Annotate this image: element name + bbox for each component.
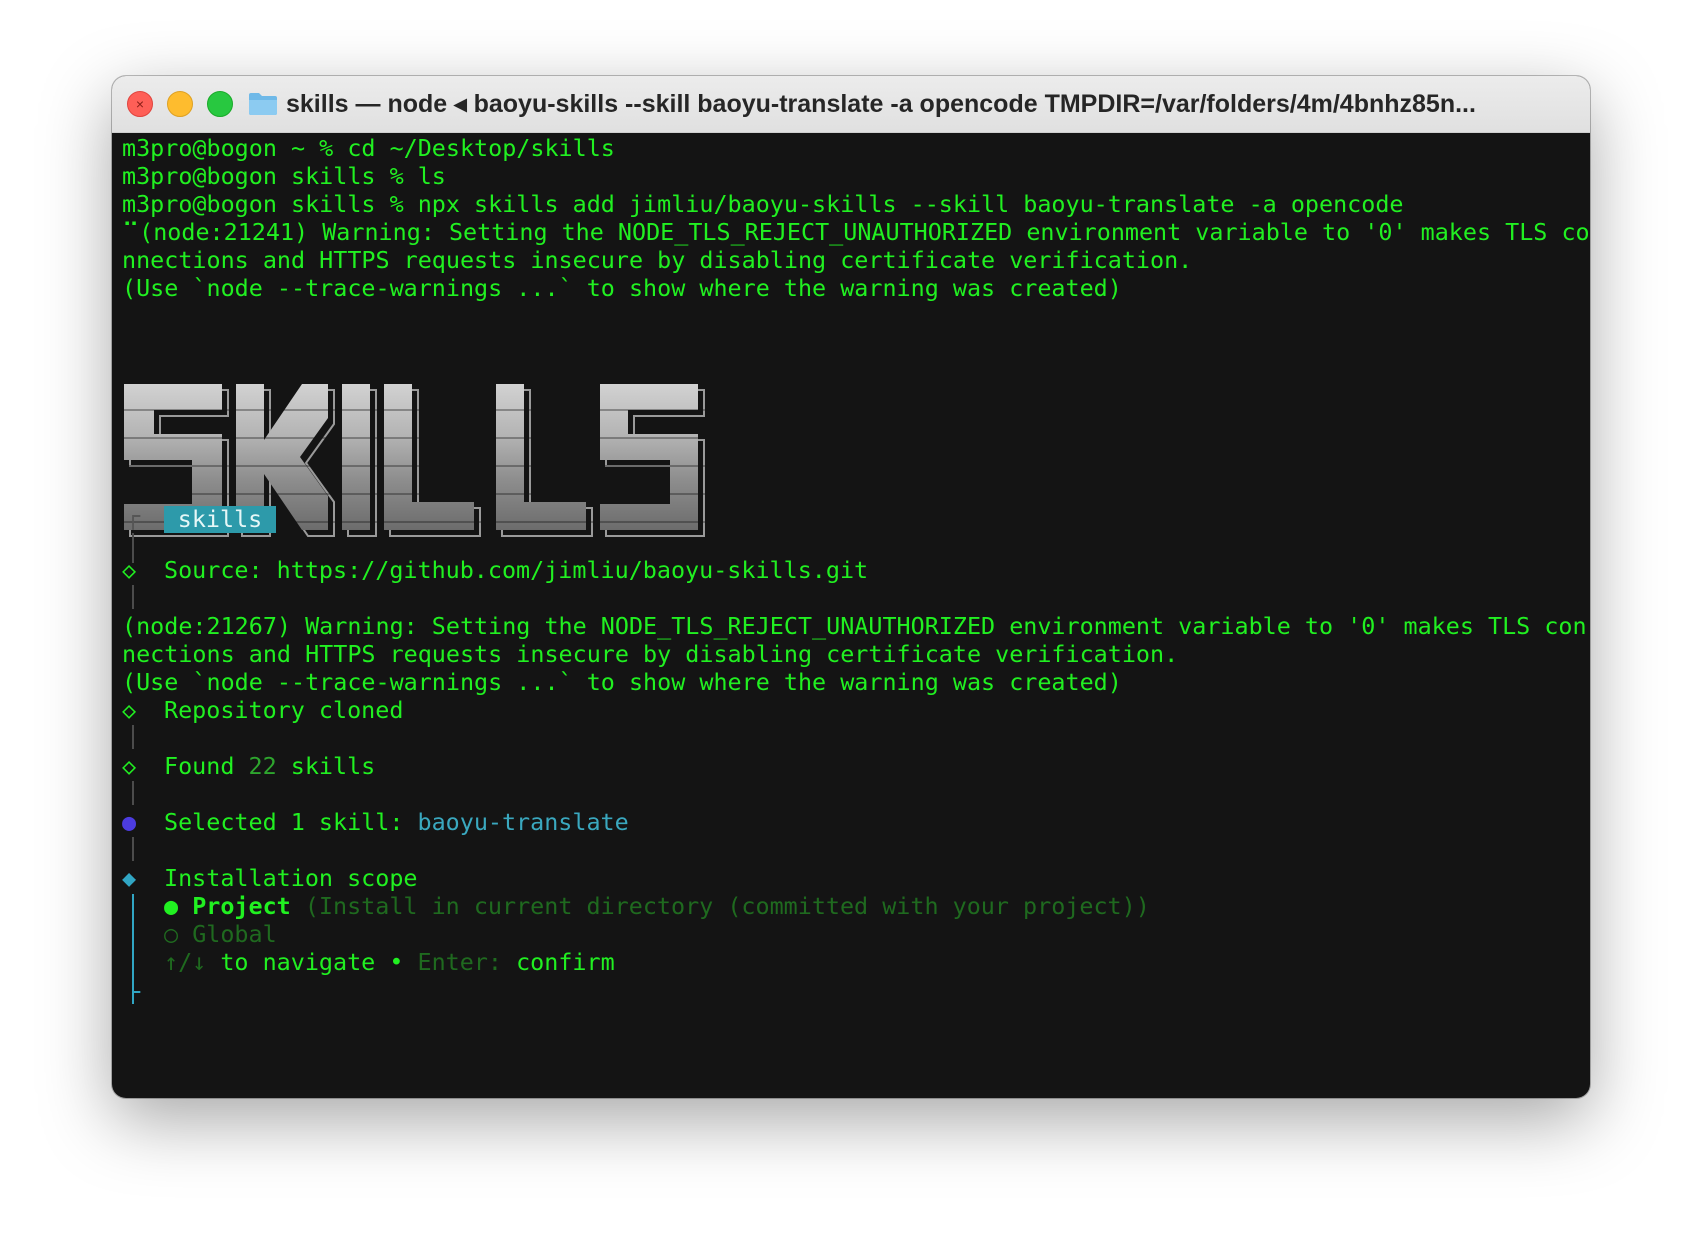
close-icon: × xyxy=(135,96,145,112)
command-line: m3pro@bogon ~ % cd ~/Desktop/skills xyxy=(122,134,615,162)
title-bar[interactable]: × skills — node ◂ baoyu-skills --skill b… xyxy=(112,76,1590,133)
help-line: ↑/↓ to navigate • Enter: confirm xyxy=(164,948,615,976)
warning-line: (node:21267) Warning: Setting the NODE_T… xyxy=(122,612,1587,640)
window-title: skills — node ◂ baoyu-skills --skill bao… xyxy=(286,90,1476,118)
step-diamond-icon: ◇ xyxy=(122,696,137,724)
terminal-window: × skills — node ◂ baoyu-skills --skill b… xyxy=(112,76,1590,1098)
step-diamond-icon: ◇ xyxy=(122,752,137,780)
option-hint: (Install in current directory (committed… xyxy=(290,892,1150,920)
tree-corner-bottom: └ xyxy=(126,978,141,1006)
radio-unselected-icon: ○ xyxy=(164,920,179,948)
warning-line: ⠉(node:21241) Warning: Setting the NODE_… xyxy=(122,218,1590,246)
selected-skill-line: Selected 1 skill: baoyu-translate xyxy=(164,808,629,836)
radio-selected-icon: ● xyxy=(164,892,179,920)
help-enter-key: Enter: xyxy=(417,948,503,976)
skills-badge: skills xyxy=(164,506,276,533)
warning-line: nections and HTTPS requests insecure by … xyxy=(122,640,1179,668)
active-step-diamond-icon: ◆ xyxy=(122,864,137,892)
warning-line: (Use `node --trace-warnings ...` to show… xyxy=(122,668,1122,696)
tree-connector xyxy=(132,725,134,749)
scope-option-project[interactable]: ● Project (Install in current directory … xyxy=(164,892,1150,920)
scope-option-global[interactable]: ○ Global xyxy=(164,920,277,948)
warning-line: (Use `node --trace-warnings ...` to show… xyxy=(122,274,1122,302)
repo-cloned-line: Repository cloned xyxy=(164,696,404,724)
option-label: Global xyxy=(192,920,277,948)
installation-scope-title: Installation scope xyxy=(164,864,418,892)
warning-line: nnections and HTTPS requests insecure by… xyxy=(122,246,1193,274)
tree-corner-top: ┌ xyxy=(126,502,141,530)
source-line: Source: https://github.com/jimliu/baoyu-… xyxy=(164,556,869,584)
found-prefix: Found xyxy=(164,752,249,780)
selected-skill-name: baoyu-translate xyxy=(417,808,629,836)
arrow-keys-icon: ↑/↓ xyxy=(164,948,207,976)
tree-connector xyxy=(132,837,134,861)
minimize-button[interactable] xyxy=(167,91,193,117)
terminal-content[interactable]: m3pro@bogon ~ % cd ~/Desktop/skills m3pr… xyxy=(122,132,1590,1098)
tree-connector xyxy=(132,585,134,609)
found-count: 22 xyxy=(248,752,277,780)
step-diamond-icon: ◇ xyxy=(122,556,137,584)
option-label: Project xyxy=(192,892,291,920)
found-suffix: skills xyxy=(276,752,376,780)
help-navigate: to navigate xyxy=(206,948,376,976)
selected-prefix: Selected 1 skill: xyxy=(164,808,418,836)
close-button[interactable]: × xyxy=(127,91,153,117)
help-confirm: confirm xyxy=(502,948,615,976)
step-dot-icon: ● xyxy=(122,808,137,836)
folder-icon xyxy=(249,93,277,115)
tree-connector xyxy=(132,781,134,805)
command-line: m3pro@bogon skills % npx skills add jiml… xyxy=(122,190,1404,218)
zoom-button[interactable] xyxy=(207,91,233,117)
found-skills-line: Found 22 skills xyxy=(164,752,375,780)
help-separator: • xyxy=(375,948,418,976)
command-line: m3pro@bogon skills % ls xyxy=(122,162,446,190)
